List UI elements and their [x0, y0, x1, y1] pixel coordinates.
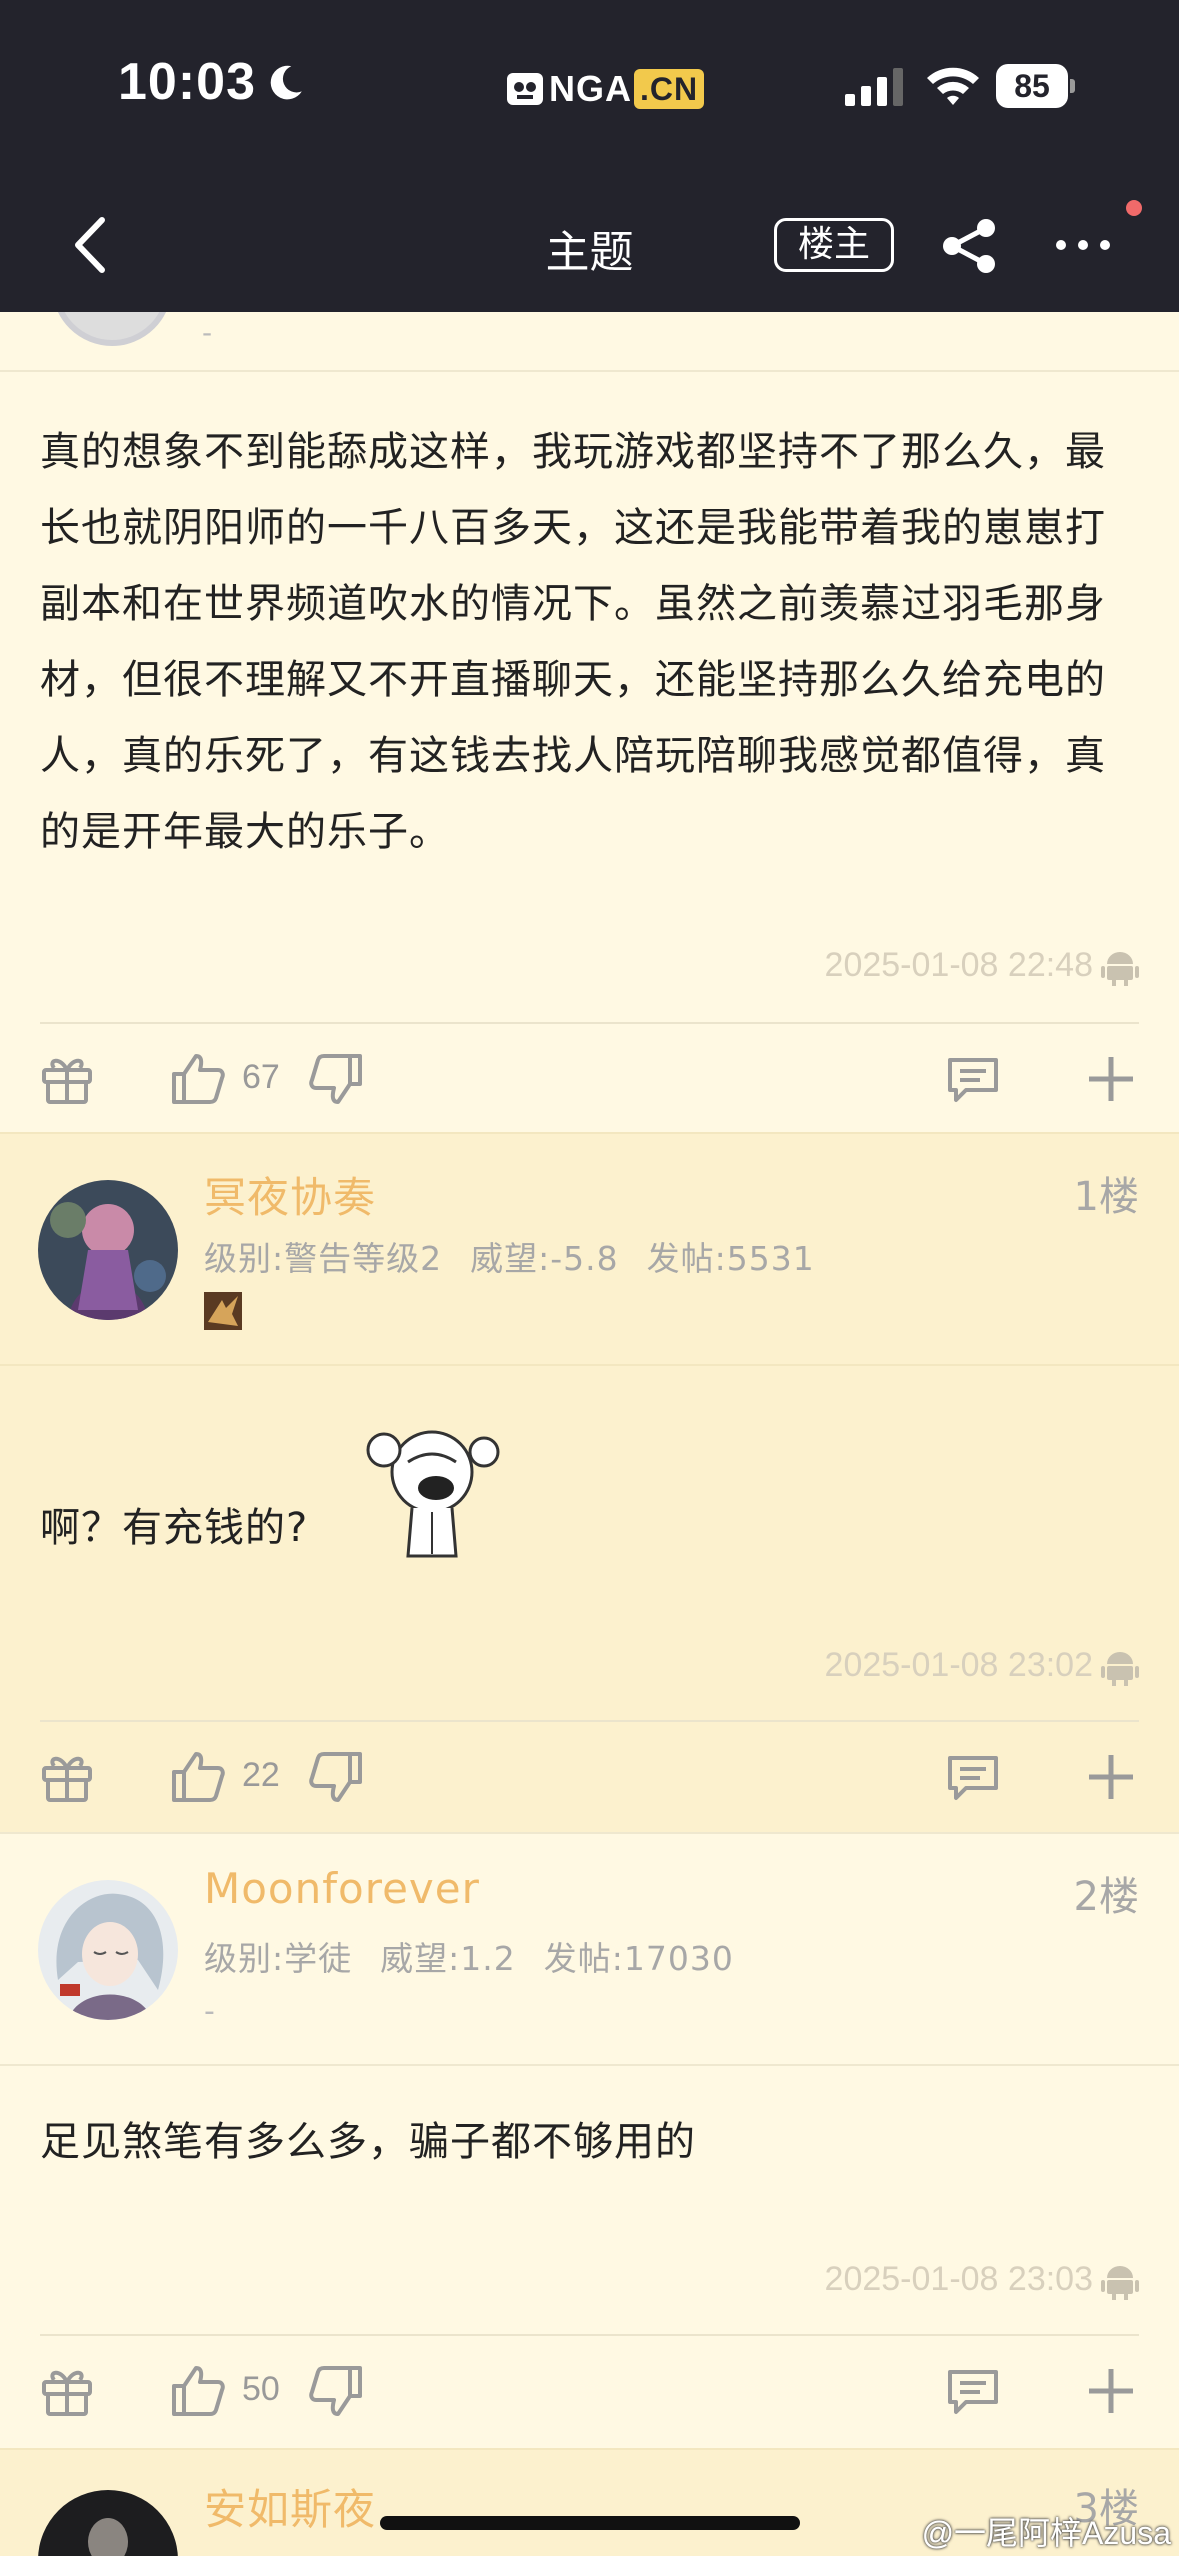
- more-options-icon[interactable]: [1054, 234, 1112, 256]
- user-meta: 级别:警告等级2 威望:-5.8 发帖:5531: [204, 1232, 843, 1280]
- moon-icon: [270, 65, 302, 100]
- post-timestamp: 2025-01-08 22:48: [824, 946, 1093, 984]
- battery-tip: [1070, 79, 1075, 93]
- floor-number: 2楼: [1073, 1874, 1139, 1920]
- user-post-count: 发帖:17030: [543, 1939, 734, 1978]
- avatar[interactable]: [52, 312, 172, 346]
- page-title: 主题: [545, 227, 634, 278]
- like-thumbs-up-icon[interactable]: [170, 1052, 226, 1106]
- dislike-thumbs-down-icon[interactable]: [308, 2364, 364, 2418]
- post-body: 足见煞笔有多么多，骗子都不够用的 2025-01-08 23:03 50: [0, 2066, 1179, 2448]
- android-icon: [1101, 2266, 1139, 2300]
- user-level: 级别:学徒: [204, 1939, 353, 1978]
- nga-logo: NGA .CN: [505, 66, 705, 112]
- like-count: 50: [242, 2370, 280, 2408]
- divider: [40, 2334, 1139, 2336]
- avatar[interactable]: [38, 1180, 178, 1320]
- user-post-count: 发帖:5531: [646, 1239, 815, 1278]
- user-meta: 级别:学徒 威望:1.2 发帖:17030: [204, 1932, 762, 1980]
- previous-post-header: -: [0, 312, 1179, 372]
- username[interactable]: Moonforever: [204, 1864, 480, 1913]
- top-bar: 10:03 NGA .CN 85 主题 楼主: [0, 0, 1179, 312]
- post-timestamp: 2025-01-08 23:02: [824, 1646, 1093, 1684]
- user-prestige: 威望:-5.8: [470, 1239, 619, 1278]
- dislike-thumbs-down-icon[interactable]: [308, 1750, 364, 1804]
- dislike-thumbs-down-icon[interactable]: [308, 1052, 364, 1106]
- signature-text: -: [204, 1994, 215, 2029]
- wifi-icon: [927, 67, 979, 105]
- divider: [40, 1720, 1139, 1722]
- post-body: 啊？有充钱的? 2025-01-08 23:02 22: [0, 1366, 1179, 1832]
- battery-level: 85: [996, 64, 1068, 108]
- only-op-button[interactable]: 楼主: [774, 218, 894, 272]
- cellular-signal-icon: [845, 68, 903, 106]
- status-time: 10:03: [118, 53, 256, 111]
- gift-icon[interactable]: [40, 1052, 94, 1106]
- badge-icon: [204, 1292, 242, 1330]
- user-prestige: 威望:1.2: [380, 1939, 516, 1978]
- post-actions: 67: [0, 1026, 1179, 1136]
- post-actions: 50: [0, 2338, 1179, 2448]
- username[interactable]: 安如斯夜: [204, 2476, 376, 2537]
- plus-icon[interactable]: [1086, 1054, 1136, 1104]
- logo-mark-icon: [507, 73, 543, 105]
- plus-icon[interactable]: [1086, 1752, 1136, 1802]
- like-count: 22: [242, 1756, 280, 1794]
- like-thumbs-up-icon[interactable]: [170, 2364, 226, 2418]
- like-thumbs-up-icon[interactable]: [170, 1750, 226, 1804]
- sticker-image: [366, 1430, 500, 1558]
- post-text: 足见煞笔有多么多，骗子都不够用的: [40, 2119, 696, 2165]
- username[interactable]: 冥夜协奏: [204, 1164, 376, 1225]
- post-text: 啊？有充钱的?: [40, 1505, 309, 1551]
- plus-icon[interactable]: [1086, 2366, 1136, 2416]
- like-count: 67: [242, 1058, 280, 1096]
- post-body: 真的想象不到能舔成这样，我玩游戏都坚持不了那么久，最长也就阴阳师的一千八百多天，…: [0, 374, 1179, 1132]
- logo-text: NGA: [549, 68, 632, 109]
- post-timestamp: 2025-01-08 23:03: [824, 2260, 1093, 2298]
- notification-dot: [1126, 200, 1142, 216]
- comment-icon[interactable]: [946, 1752, 1000, 1802]
- android-icon: [1101, 1652, 1139, 1686]
- floor-number: 1楼: [1073, 1174, 1139, 1220]
- post-actions: 22: [0, 1724, 1179, 1834]
- gift-icon[interactable]: [40, 2364, 94, 2418]
- watermark: @一尾阿梓Azusa: [921, 2515, 1171, 2551]
- user-level: 级别:警告等级2: [204, 1239, 443, 1278]
- reply-header: Moonforever 2楼 级别:学徒 威望:1.2 发帖:17030 -: [0, 1832, 1179, 2066]
- logo-suffix: .CN: [634, 69, 705, 109]
- android-icon: [1101, 952, 1139, 986]
- comment-icon[interactable]: [946, 1054, 1000, 1104]
- comment-icon[interactable]: [946, 2366, 1000, 2416]
- home-indicator[interactable]: [380, 2516, 800, 2530]
- avatar[interactable]: [38, 1880, 178, 2020]
- share-icon[interactable]: [940, 218, 1000, 274]
- signature-text: -: [202, 316, 213, 349]
- reply-header: 冥夜协奏 1楼 级别:警告等级2 威望:-5.8 发帖:5531: [0, 1132, 1179, 1366]
- divider: [40, 1022, 1139, 1024]
- gift-icon[interactable]: [40, 1750, 94, 1804]
- avatar[interactable]: [38, 2490, 178, 2556]
- battery-indicator: 85: [996, 64, 1076, 108]
- post-text: 真的想象不到能舔成这样，我玩游戏都坚持不了那么久，最长也就阴阳师的一千八百多天，…: [40, 429, 1106, 855]
